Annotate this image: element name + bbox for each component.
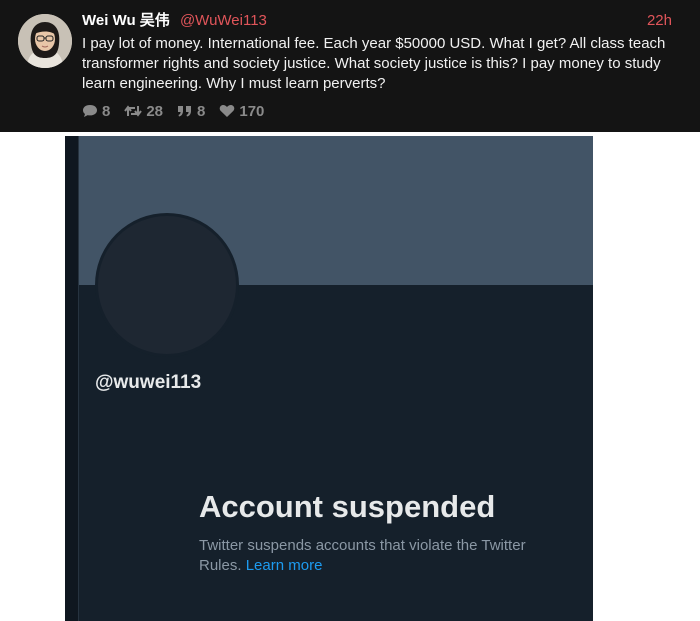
retweet-button[interactable]: 28 [124,103,163,120]
heart-icon [220,105,235,117]
avatar[interactable] [18,14,72,68]
author-name[interactable]: Wei Wu 吴伟 [82,12,170,29]
tweet-text: I pay lot of money. International fee. E… [82,35,666,92]
profile-handle: @wuwei113 [95,372,202,393]
like-count: 170 [239,102,265,120]
tweet-actions: 8 28 8 170 [82,101,264,121]
timestamp[interactable]: 22h [647,11,672,31]
reply-button[interactable]: 8 [82,103,110,120]
tweet-card: Wei Wu 吴伟 @WuWei113 22h I pay lot of mon… [0,0,700,132]
retweet-icon [124,105,143,117]
learn-more-link[interactable]: Learn more [246,557,323,574]
quote-count: 8 [197,102,206,120]
reply-count: 8 [102,102,111,120]
reply-bubble-icon [83,105,97,117]
person-avatar-icon [18,14,72,68]
profile-avatar-placeholder [95,213,239,357]
author-handle[interactable]: @WuWei113 [180,12,267,29]
suspended-title: Account suspended [199,489,496,524]
tweet-header: Wei Wu 吴伟 @WuWei113 22h [82,11,682,31]
suspended-description: Twitter suspends accounts that violate t… [199,536,559,576]
like-button[interactable]: 170 [219,103,264,120]
sidebar-strip [65,136,79,621]
quote-button[interactable]: 8 [177,103,205,120]
quote-icon [178,106,192,117]
retweet-count: 28 [146,102,164,120]
suspended-profile: @wuwei113 Account suspended Twitter susp… [65,136,593,621]
